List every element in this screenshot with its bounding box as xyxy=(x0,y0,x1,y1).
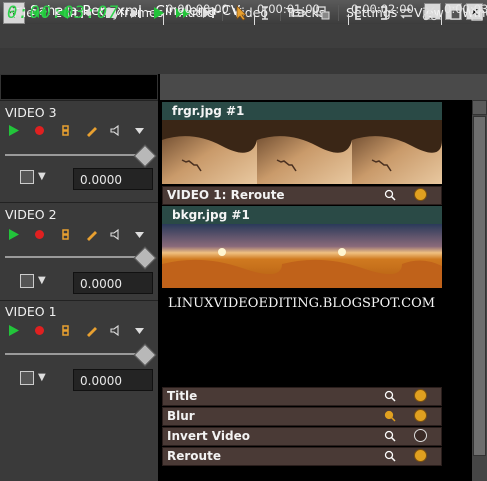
scroll-up-button[interactable] xyxy=(472,100,487,115)
ruler-tick xyxy=(348,14,349,25)
fade-value-field[interactable]: 0.0000 xyxy=(73,369,153,391)
expand-track-icon[interactable] xyxy=(133,324,146,337)
mute-speaker-icon[interactable] xyxy=(109,228,122,241)
track-title-video3[interactable]: VIDEO 3 xyxy=(5,105,57,120)
plugin-bar-reroute[interactable]: Reroute xyxy=(162,447,442,466)
draw-toggle-icon[interactable] xyxy=(85,228,98,241)
fade-value-field[interactable]: 0.0000 xyxy=(73,168,153,190)
watermark-text: LINUXVIDEOEDITING.BLOGSPOT.COM xyxy=(168,296,436,311)
plugin-bar-invert-video[interactable]: Invert Video xyxy=(162,427,442,446)
gang-toggle-icon[interactable] xyxy=(59,124,72,137)
edit-title-bkgr[interactable]: bkgr.jpg #1 xyxy=(162,206,442,224)
expand-track-icon[interactable] xyxy=(133,228,146,241)
ruler-tick xyxy=(254,14,255,25)
ruler-label: 0:00:02:00 xyxy=(351,2,414,16)
ruler-label: 0:00:03 xyxy=(444,2,487,16)
play-track-toggle[interactable] xyxy=(7,228,20,241)
fade-slider-track[interactable] xyxy=(5,353,143,355)
search-icon[interactable] xyxy=(384,450,396,462)
plugin-on-icon[interactable] xyxy=(414,409,427,422)
mute-speaker-icon[interactable] xyxy=(109,124,122,137)
overlay-mode-icon[interactable] xyxy=(20,371,34,385)
frgr-thumbnail-strip[interactable] xyxy=(162,120,442,184)
track-separator xyxy=(0,100,158,101)
plugin-bar-video1-reroute[interactable]: VIDEO 1: Reroute xyxy=(162,186,442,205)
record-track-toggle[interactable] xyxy=(33,324,46,337)
arrow-cursor-icon[interactable] xyxy=(232,4,250,22)
overlay-mode-icon[interactable] xyxy=(20,170,34,184)
scrollbar-thumb[interactable] xyxy=(473,116,486,456)
draw-toggle-icon[interactable] xyxy=(85,124,98,137)
chevron-down-icon[interactable]: ▼ xyxy=(38,275,46,286)
timeline-ruler[interactable] xyxy=(160,74,487,101)
fade-value-field[interactable]: 0.0000 xyxy=(73,272,153,294)
frame-forward-icon[interactable] xyxy=(127,4,145,22)
search-icon[interactable] xyxy=(384,189,396,201)
gang-toggle-icon[interactable] xyxy=(59,228,72,241)
transport-toolbar xyxy=(0,48,487,74)
ruler-tick xyxy=(163,14,164,25)
fade-slider-track[interactable] xyxy=(5,256,143,258)
cut-icon[interactable] xyxy=(421,4,439,22)
mute-speaker-icon[interactable] xyxy=(109,324,122,337)
plugin-bar-title[interactable]: Title xyxy=(162,387,442,406)
plugin-label: Reroute xyxy=(167,449,221,463)
ruler-tick xyxy=(441,14,442,25)
plugin-on-icon[interactable] xyxy=(414,449,427,462)
play-track-toggle[interactable] xyxy=(7,124,20,137)
track-title-video2[interactable]: VIDEO 2 xyxy=(5,207,57,222)
record-track-toggle[interactable] xyxy=(33,228,46,241)
edit-title-frgr[interactable]: frgr.jpg #1 xyxy=(162,102,442,120)
canvas-margin xyxy=(442,100,472,481)
plugin-off-icon[interactable] xyxy=(414,429,427,442)
menu-bar xyxy=(0,24,487,49)
overlay-mode-icon[interactable] xyxy=(20,274,34,288)
plugin-label: Blur xyxy=(167,409,195,423)
draw-toggle-icon[interactable] xyxy=(85,324,98,337)
plugin-on-icon[interactable] xyxy=(414,188,427,201)
plugin-on-icon[interactable] xyxy=(414,389,427,402)
current-time: 0:00:03:07 xyxy=(7,3,120,23)
ruler-label: 0:00:00:00 xyxy=(166,2,229,16)
ruler-label: 0:00:01:00 xyxy=(257,2,320,16)
plugin-bar-blur[interactable]: Blur xyxy=(162,407,442,426)
play-track-toggle[interactable] xyxy=(7,324,20,337)
track-title-video1[interactable]: VIDEO 1 xyxy=(5,304,57,319)
track-separator xyxy=(0,300,158,301)
search-icon[interactable] xyxy=(384,430,396,442)
search-icon[interactable] xyxy=(384,390,396,402)
chevron-down-icon[interactable]: ▼ xyxy=(38,171,46,182)
search-icon[interactable] xyxy=(384,410,396,422)
plugin-label: Title xyxy=(167,389,198,403)
chevron-down-icon[interactable]: ▼ xyxy=(38,372,46,383)
expand-track-icon[interactable] xyxy=(133,124,146,137)
gang-toggle-icon[interactable] xyxy=(59,324,72,337)
plugin-label: VIDEO 1: Reroute xyxy=(167,188,285,202)
bkgr-thumbnail-strip[interactable] xyxy=(162,224,442,288)
track-separator xyxy=(0,202,158,203)
time-display xyxy=(0,74,158,100)
toolbar-separator xyxy=(338,5,339,21)
record-track-toggle[interactable] xyxy=(33,124,46,137)
plugin-label: Invert Video xyxy=(167,429,250,443)
fade-slider-track[interactable] xyxy=(5,154,143,156)
